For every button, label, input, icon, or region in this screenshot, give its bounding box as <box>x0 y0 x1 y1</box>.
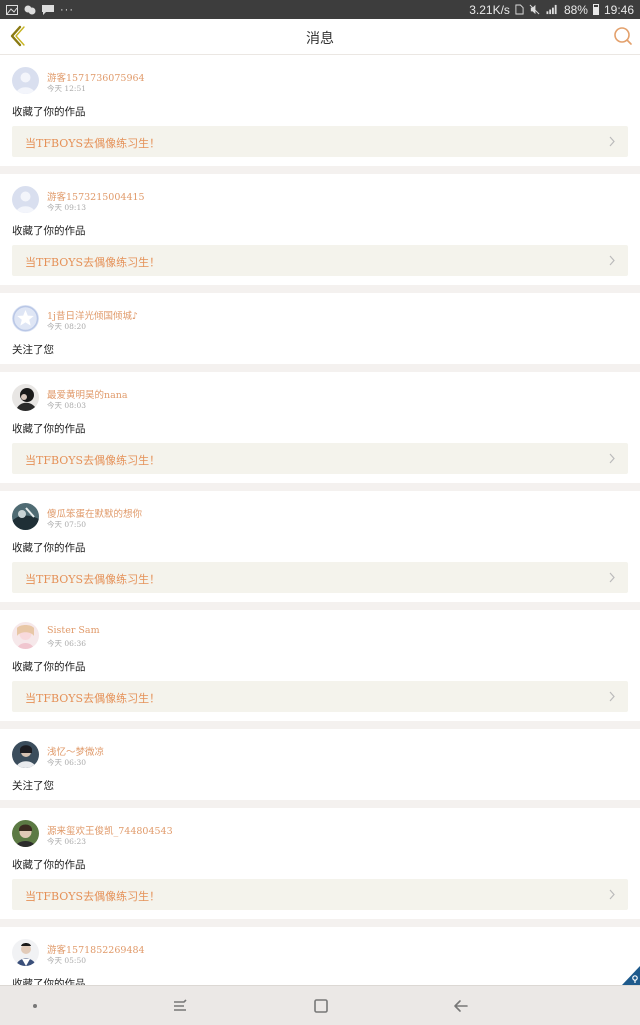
message-icon <box>42 4 54 15</box>
message-list: 游客1571736075964 今天 12:51 收藏了你的作品 当TFBOYS… <box>0 55 640 1015</box>
dot-indicator-icon[interactable] <box>25 996 45 1016</box>
username[interactable]: 游客1573215004415 <box>47 189 145 203</box>
message-action: 收藏了你的作品 <box>12 542 86 554</box>
message-time: 今天 06:30 <box>47 758 86 767</box>
username[interactable]: 游客1571736075964 <box>47 70 145 84</box>
chat-icon <box>24 5 36 14</box>
message-time: 今天 07:50 <box>47 520 86 529</box>
username[interactable]: 源来玺欢王俊凯_744804543 <box>47 823 173 837</box>
chevron-right-icon <box>609 889 615 900</box>
user-photo-avatar[interactable] <box>12 622 39 649</box>
mute-icon <box>529 4 540 15</box>
user-photo-avatar[interactable] <box>12 741 39 768</box>
username[interactable]: 傻瓜笨蛋在默默的想你 <box>47 506 142 520</box>
message-action: 收藏了你的作品 <box>12 423 86 435</box>
message-action: 收藏了你的作品 <box>12 661 86 673</box>
message-time: 今天 06:23 <box>47 837 86 846</box>
default-avatar-icon[interactable] <box>12 67 39 94</box>
sim-icon <box>515 4 524 15</box>
username[interactable]: 最爱黄明昊的nana <box>47 387 128 401</box>
message-action: 收藏了你的作品 <box>12 859 86 871</box>
search-icon[interactable] <box>612 25 634 47</box>
message-item[interactable]: 1j昔日洋光倾国倾城♪ 今天 08:20 关注了您 <box>0 293 640 364</box>
message-item[interactable]: 游客1573215004415 今天 09:13 收藏了你的作品 当TFBOYS… <box>0 174 640 285</box>
chevron-right-icon <box>609 691 615 702</box>
chevron-right-icon <box>609 572 615 583</box>
message-time: 今天 05:50 <box>47 956 86 965</box>
username[interactable]: 1j昔日洋光倾国倾城♪ <box>47 308 138 322</box>
battery-level: 88% <box>563 2 588 17</box>
user-photo-avatar[interactable] <box>12 820 39 847</box>
message-time: 今天 06:36 <box>47 639 86 648</box>
work-title: 当TFBOYS去偶像练习生！ <box>25 137 161 150</box>
chevron-right-icon <box>609 453 615 464</box>
message-action: 收藏了你的作品 <box>12 225 86 237</box>
message-time: 今天 09:13 <box>47 203 86 212</box>
message-action: 关注了您 <box>12 780 54 792</box>
work-link[interactable]: 当TFBOYS去偶像练习生！ <box>12 126 628 157</box>
work-title: 当TFBOYS去偶像练习生！ <box>25 256 161 269</box>
work-title: 当TFBOYS去偶像练习生！ <box>25 692 161 705</box>
message-item[interactable]: 傻瓜笨蛋在默默的想你 今天 07:50 收藏了你的作品 当TFBOYS去偶像练习… <box>0 491 640 602</box>
work-link[interactable]: 当TFBOYS去偶像练习生！ <box>12 245 628 276</box>
chevron-right-icon <box>609 255 615 266</box>
user-photo-avatar[interactable] <box>12 503 39 530</box>
star-avatar-icon[interactable] <box>12 305 39 332</box>
username[interactable]: Sister Sam <box>47 625 100 636</box>
recent-apps-icon[interactable] <box>170 996 190 1016</box>
work-title: 当TFBOYS去偶像练习生！ <box>25 454 161 467</box>
top-navigation-bar: 消息 <box>0 19 640 55</box>
user-photo-avatar[interactable] <box>12 939 39 966</box>
work-link[interactable]: 当TFBOYS去偶像练习生！ <box>12 879 628 910</box>
work-title: 当TFBOYS去偶像练习生！ <box>25 573 161 586</box>
signal-icon <box>546 4 557 15</box>
message-time: 今天 08:03 <box>47 401 86 410</box>
more-notifications-icon: ··· <box>60 3 74 16</box>
user-photo-avatar[interactable] <box>12 384 39 411</box>
work-link[interactable]: 当TFBOYS去偶像练习生！ <box>12 443 628 474</box>
clock: 19:46 <box>603 2 634 17</box>
work-link[interactable]: 当TFBOYS去偶像练习生！ <box>12 562 628 593</box>
username[interactable]: 游客1571852269484 <box>47 942 145 956</box>
gallery-icon <box>6 4 18 15</box>
chevron-right-icon <box>609 136 615 147</box>
default-avatar-icon[interactable] <box>12 186 39 213</box>
network-speed: 3.21K/s <box>469 2 510 17</box>
work-link[interactable]: 当TFBOYS去偶像练习生！ <box>12 681 628 712</box>
system-navigation-bar <box>0 985 640 1025</box>
status-bar: ··· 3.21K/s 88% 19:46 <box>0 0 640 19</box>
message-item[interactable]: 浅忆～梦微凉 今天 06:30 关注了您 <box>0 729 640 800</box>
message-item[interactable]: 最爱黄明昊的nana 今天 08:03 收藏了你的作品 当TFBOYS去偶像练习… <box>0 372 640 483</box>
message-action: 关注了您 <box>12 344 54 356</box>
battery-icon <box>592 4 599 15</box>
home-icon[interactable] <box>311 996 331 1016</box>
back-icon[interactable] <box>451 996 471 1016</box>
message-item[interactable]: 游客1571736075964 今天 12:51 收藏了你的作品 当TFBOYS… <box>0 55 640 166</box>
page-title: 消息 <box>306 31 334 47</box>
message-item[interactable]: Sister Sam 今天 06:36 收藏了你的作品 当TFBOYS去偶像练习… <box>0 610 640 721</box>
message-action: 收藏了你的作品 <box>12 106 86 118</box>
message-item[interactable]: 源来玺欢王俊凯_744804543 今天 06:23 收藏了你的作品 当TFBO… <box>0 808 640 919</box>
username[interactable]: 浅忆～梦微凉 <box>47 744 104 758</box>
message-time: 今天 08:20 <box>47 322 86 331</box>
message-time: 今天 12:51 <box>47 84 86 93</box>
work-title: 当TFBOYS去偶像练习生！ <box>25 890 161 903</box>
corner-badge-icon[interactable] <box>622 966 640 985</box>
